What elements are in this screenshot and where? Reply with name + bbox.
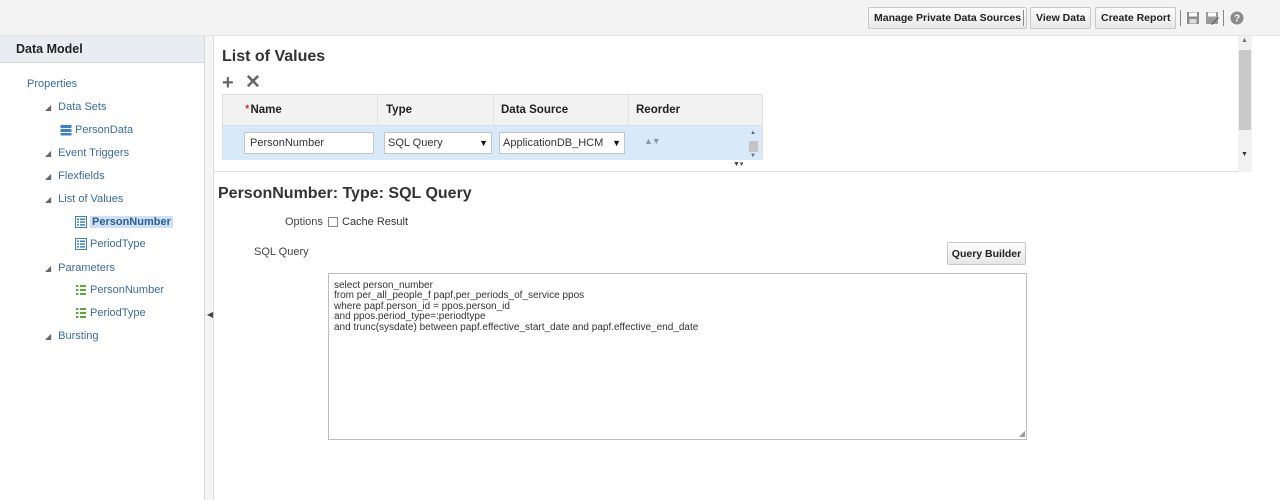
grid-corner-arrows-icon[interactable]: ▼▾ [733, 160, 743, 168]
scroll-up-icon[interactable]: ▲ [1241, 37, 1248, 44]
tree-item-label: List of Values [58, 193, 124, 205]
tree-item-event-triggers[interactable]: ◢ Event Triggers [45, 147, 129, 159]
scroll-down-icon[interactable]: ▼ [750, 153, 756, 159]
lov-title: List of Values [222, 48, 326, 65]
resize-grip-icon[interactable]: ◢ [1019, 430, 1025, 438]
dropdown-arrow-icon[interactable]: ▼ [479, 138, 488, 148]
tree-item-data-sets[interactable]: ◢ Data Sets [45, 101, 106, 113]
expand-triangle-icon[interactable]: ◢ [45, 264, 51, 273]
expand-triangle-icon[interactable]: ◢ [45, 103, 51, 112]
collapse-panel-icon[interactable]: ◀ [207, 310, 213, 319]
grid-scrollbar[interactable]: ▲ ▼ [748, 130, 759, 159]
tree-item-label: PeriodType [90, 238, 146, 250]
toolbar-separator [1180, 10, 1181, 26]
dropdown-arrow-icon[interactable]: ▼ [612, 138, 621, 148]
lov-data-source-select[interactable]: ApplicationDB_HCM ▼ [499, 132, 625, 154]
save-as-icon[interactable] [1205, 11, 1219, 25]
move-up-icon[interactable]: ▲ [644, 136, 653, 146]
required-marker: * [245, 104, 250, 116]
tree-item-persondata[interactable]: PersonData [60, 124, 133, 136]
list-of-values-icon [75, 238, 87, 250]
toolbar-separator [1223, 10, 1224, 26]
manage-private-data-sources-button[interactable]: Manage Private Data Sources [868, 7, 1028, 29]
create-report-button[interactable]: Create Report [1095, 7, 1177, 29]
column-divider [628, 95, 629, 125]
expand-triangle-icon[interactable]: ◢ [45, 332, 51, 341]
tree-item-label: Parameters [58, 262, 116, 274]
tree-item-param-periodtype[interactable]: PeriodType [75, 307, 146, 319]
add-icon[interactable]: + [222, 73, 234, 93]
lov-type-select[interactable]: SQL Query ▼ [384, 132, 492, 154]
list-of-values-pane: List of Values + ✕ *Name Type Data Sourc… [214, 36, 1252, 172]
sql-query-textarea[interactable]: select person_number from per_all_people… [328, 273, 1027, 440]
save-icon[interactable] [1186, 11, 1200, 25]
tree-item-flexfields[interactable]: ◢ Flexfields [45, 170, 105, 182]
detail-title: PersonNumber: Type: SQL Query [218, 185, 472, 202]
tree-item-label: Bursting [58, 330, 99, 342]
data-model-title: Data Model [0, 36, 204, 63]
toolbar-separator [1023, 10, 1024, 26]
column-divider [377, 95, 378, 125]
column-divider [493, 95, 494, 125]
query-builder-button[interactable]: Query Builder [947, 242, 1026, 265]
dataset-icon [60, 125, 72, 136]
tree-item-label: PersonData [75, 124, 134, 136]
scroll-down-icon[interactable]: ▼ [1241, 151, 1248, 158]
reorder-controls: ▲▼ [644, 136, 661, 146]
scroll-thumb[interactable] [1239, 50, 1251, 130]
expand-triangle-icon[interactable]: ◢ [45, 172, 51, 181]
help-icon[interactable]: ? [1230, 11, 1244, 25]
column-header-reorder[interactable]: Reorder [636, 104, 680, 116]
column-header-label: Name [250, 104, 282, 116]
tree-item-label: Properties [27, 78, 78, 90]
panel-splitter[interactable] [205, 36, 214, 500]
sql-line: and trunc(sysdate) between papf.effectiv… [334, 321, 699, 333]
tree-item-label: PeriodType [90, 307, 146, 319]
svg-text:?: ? [1234, 14, 1240, 25]
tree-item-label: Event Triggers [58, 147, 130, 159]
select-value: ApplicationDB_HCM [503, 137, 604, 149]
table-row[interactable]: SQL Query ▼ ApplicationDB_HCM ▼ ▲▼ [222, 126, 763, 160]
expand-triangle-icon[interactable]: ◢ [45, 149, 51, 158]
tree-item-label: Flexfields [58, 170, 105, 182]
tree-item-bursting[interactable]: ◢ Bursting [45, 330, 99, 342]
lov-name-input[interactable] [244, 132, 374, 154]
move-down-icon[interactable]: ▼ [652, 136, 661, 146]
tree-item-param-personnumber[interactable]: PersonNumber [75, 284, 164, 296]
tree-item-label: PersonNumber [90, 284, 164, 296]
scroll-thumb[interactable] [749, 141, 758, 152]
tree-item-lov-periodtype[interactable]: PeriodType [75, 238, 146, 250]
tree-item-parameters[interactable]: ◢ Parameters [45, 262, 115, 274]
expand-triangle-icon[interactable]: ◢ [45, 195, 51, 204]
view-data-button[interactable]: View Data [1030, 7, 1092, 29]
column-header-data-source[interactable]: Data Source [501, 104, 568, 116]
select-value: SQL Query [388, 137, 443, 149]
tree-item-label: Data Sets [58, 101, 107, 113]
top-toolbar: Manage Private Data Sources View Data Cr… [0, 0, 1280, 36]
pane-scrollbar[interactable]: ▲ ▼ [1238, 36, 1252, 172]
parameter-icon [76, 308, 86, 318]
tree-item-lov-personnumber[interactable]: PersonNumber [75, 216, 173, 228]
options-label: Options [285, 216, 323, 228]
delete-icon[interactable]: ✕ [245, 73, 261, 92]
sql-query-label: SQL Query [254, 246, 309, 258]
scroll-up-icon[interactable]: ▲ [750, 130, 756, 136]
tree-item-properties[interactable]: Properties [27, 78, 77, 90]
column-header-name[interactable]: *Name [245, 104, 282, 116]
tree-item-list-of-values[interactable]: ◢ List of Values [45, 193, 123, 205]
column-header-type[interactable]: Type [386, 104, 412, 116]
lov-grid-header: *Name Type Data Source Reorder [222, 94, 763, 126]
list-of-values-icon [75, 216, 87, 228]
parameter-icon [76, 285, 86, 295]
cache-result-label: Cache Result [342, 216, 409, 228]
tree-item-label: PersonNumber [90, 216, 173, 228]
cache-result-checkbox[interactable] [328, 217, 338, 227]
